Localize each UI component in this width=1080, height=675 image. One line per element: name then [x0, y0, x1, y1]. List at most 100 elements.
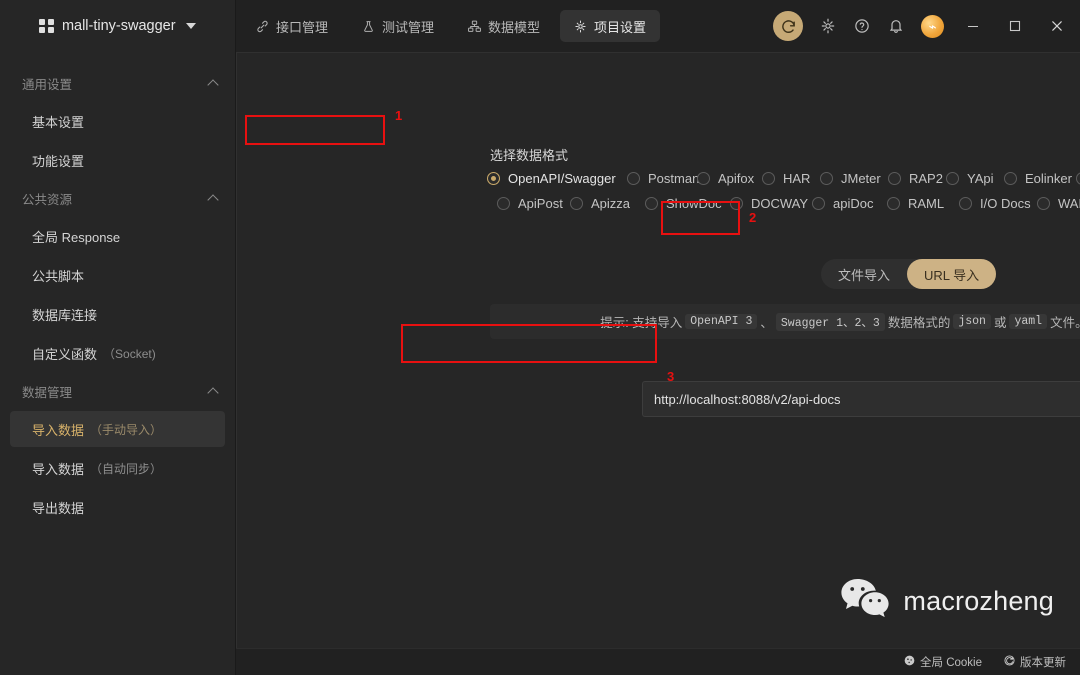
- hint-sep: 、: [760, 316, 773, 330]
- chevron-up-icon: [207, 194, 219, 206]
- link-icon: [256, 20, 269, 33]
- radio-dot-icon: [946, 172, 959, 185]
- sidebar-item-custom-function[interactable]: 自定义函数 （Socket): [10, 335, 225, 371]
- status-global-cookie[interactable]: 全局 Cookie: [904, 654, 982, 670]
- tab-label: 项目设置: [594, 19, 647, 35]
- tab-data-model[interactable]: 数据模型: [454, 10, 554, 42]
- format-radio-group: OpenAPI/Swagger Postman Apifox HAR JMete…: [487, 171, 1080, 221]
- annotation-number-2: 2: [749, 210, 757, 225]
- hint-banner: 提示: 支持导入 OpenAPI 3 、 Swagger 1、2、3 数据格式的…: [490, 304, 1080, 339]
- url-import-form: 提 交: [642, 381, 1080, 417]
- sidebar: mall-tiny-swagger 通用设置 基本设置 功能设置 公共资源 全局…: [0, 0, 236, 675]
- sidebar-item-label: 功能设置: [32, 153, 85, 169]
- sidebar-item-import-data-manual[interactable]: 导入数据 （手动导入）: [10, 411, 225, 447]
- sync-icon[interactable]: [773, 11, 803, 41]
- radio-label: apiDoc: [833, 196, 874, 211]
- radio-label: Apizza: [591, 196, 631, 211]
- sidebar-group-data-management[interactable]: 数据管理: [0, 374, 235, 408]
- radio-har[interactable]: HAR: [762, 171, 820, 186]
- sidebar-item-public-script[interactable]: 公共脚本: [10, 257, 225, 293]
- radio-postman[interactable]: Postman: [627, 171, 699, 186]
- radio-apifox[interactable]: Apifox: [697, 171, 762, 186]
- sidebar-item-export-data[interactable]: 导出数据: [10, 489, 225, 525]
- hint-prefix: 提示: 支持导入: [600, 316, 683, 330]
- avatar[interactable]: ⌁: [921, 14, 944, 38]
- top-tabs: 接口管理 测试管理 数据模型 项目设置: [242, 10, 661, 42]
- file-import-toggle[interactable]: 文件导入: [821, 259, 907, 289]
- maximize-button[interactable]: [1002, 14, 1028, 38]
- sidebar-item-label: 导入数据: [32, 461, 85, 477]
- grid-icon: [39, 18, 54, 34]
- url-input[interactable]: [642, 381, 1080, 417]
- chevron-up-icon: [207, 79, 219, 91]
- format-row-1: OpenAPI/Swagger Postman Apifox HAR JMete…: [487, 171, 1080, 186]
- content-panel: 选择数据格式 OpenAPI/Swagger Postman Apifox HA…: [236, 52, 1080, 648]
- import-mode-toggle: 文件导入 URL 导入: [821, 259, 997, 289]
- cookie-icon: [904, 655, 915, 669]
- radio-yapi[interactable]: YApi: [946, 171, 1004, 186]
- sidebar-group-label: 数据管理: [22, 385, 73, 400]
- radio-apizza[interactable]: Apizza: [570, 196, 645, 211]
- radio-dot-icon: [1076, 172, 1080, 185]
- radio-dot-icon: [812, 197, 825, 210]
- hint-code-json: json: [953, 314, 991, 329]
- chevron-down-icon: [185, 23, 196, 29]
- chevron-up-icon: [207, 387, 219, 399]
- sidebar-item-feature-settings[interactable]: 功能设置: [10, 142, 225, 178]
- radio-dot-icon: [627, 172, 640, 185]
- radio-rap2[interactable]: RAP2: [888, 171, 946, 186]
- gear-icon: [574, 19, 587, 33]
- sidebar-nav: 通用设置 基本设置 功能设置 公共资源 全局 Response 公共脚本 数据库…: [0, 52, 235, 528]
- radio-wadl[interactable]: WADL: [1037, 196, 1080, 211]
- radio-dot-icon: [888, 172, 901, 185]
- radio-label: YApi: [967, 171, 994, 186]
- radio-label: HAR: [783, 171, 811, 186]
- radio-raml[interactable]: RAML: [887, 196, 959, 211]
- sidebar-item-basic-settings[interactable]: 基本设置: [10, 103, 225, 139]
- radio-dot-icon: [697, 172, 710, 185]
- sidebar-item-global-response[interactable]: 全局 Response: [10, 218, 225, 254]
- radio-label: RAP2: [909, 171, 943, 186]
- tab-project-settings[interactable]: 项目设置: [560, 10, 661, 42]
- sidebar-group-general[interactable]: 通用设置: [0, 66, 235, 100]
- tab-label: 数据模型: [488, 19, 541, 35]
- url-import-toggle[interactable]: URL 导入: [907, 259, 997, 289]
- radio-jmeter[interactable]: JMeter: [820, 171, 888, 186]
- tab-test-management[interactable]: 测试管理: [348, 10, 448, 42]
- refresh-icon: [1004, 655, 1015, 669]
- tab-interface-management[interactable]: 接口管理: [242, 10, 342, 42]
- radio-apidoc[interactable]: apiDoc: [812, 196, 887, 211]
- radio-dot-icon: [497, 197, 510, 210]
- sidebar-item-database-connection[interactable]: 数据库连接: [10, 296, 225, 332]
- radio-io-docs[interactable]: I/O Docs: [959, 196, 1037, 211]
- radio-label: ApiPost: [518, 196, 563, 211]
- annotation-number-1: 1: [395, 108, 403, 123]
- radio-doclever[interactable]: DOClever: [1076, 171, 1080, 186]
- radio-apipost[interactable]: ApiPost: [497, 196, 570, 211]
- sidebar-item-import-data-auto[interactable]: 导入数据 （自动同步）: [10, 450, 225, 486]
- sidebar-group-public-resources[interactable]: 公共资源: [0, 181, 235, 215]
- status-version-update[interactable]: 版本更新: [1004, 654, 1066, 670]
- radio-eolinker[interactable]: Eolinker: [1004, 171, 1076, 186]
- radio-label: OpenAPI/Swagger: [508, 171, 616, 186]
- radio-label: Eolinker: [1025, 171, 1072, 186]
- radio-label: DOCWAY: [751, 196, 809, 211]
- minimize-button[interactable]: [960, 14, 986, 38]
- radio-dot-icon: [487, 172, 500, 185]
- status-bar: 全局 Cookie 版本更新: [236, 648, 1080, 675]
- annotation-box-1: [245, 115, 385, 145]
- help-icon[interactable]: [853, 17, 871, 35]
- settings-icon[interactable]: [819, 17, 837, 35]
- radio-openapi-swagger[interactable]: OpenAPI/Swagger: [487, 171, 627, 186]
- brand-watermark: macrozheng: [839, 577, 1054, 626]
- format-row-2: ApiPost Apizza ShowDoc DOCWAY apiDoc RAM…: [487, 196, 1080, 211]
- radio-showdoc[interactable]: ShowDoc: [645, 196, 730, 211]
- radio-label: I/O Docs: [980, 196, 1031, 211]
- project-selector[interactable]: mall-tiny-swagger: [0, 0, 235, 52]
- sidebar-item-label: 自定义函数: [32, 346, 98, 362]
- radio-dot-icon: [1004, 172, 1017, 185]
- radio-dot-icon: [730, 197, 743, 210]
- radio-docway[interactable]: DOCWAY: [730, 196, 812, 211]
- close-button[interactable]: [1044, 14, 1070, 38]
- bell-icon[interactable]: [887, 17, 905, 35]
